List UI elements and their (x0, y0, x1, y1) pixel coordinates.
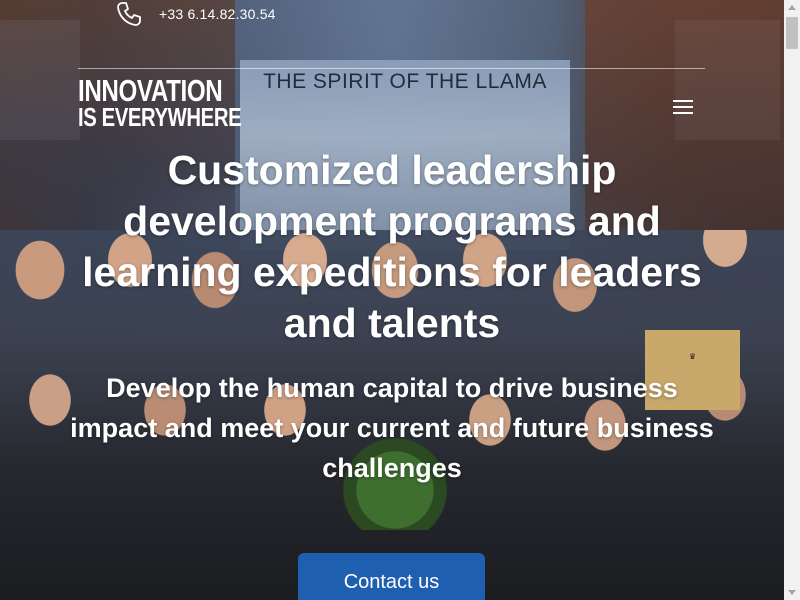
hamburger-menu-icon[interactable] (670, 95, 696, 119)
hero-headline: Customized leadership development progra… (82, 147, 702, 346)
scroll-up-arrow-icon[interactable] (784, 0, 800, 16)
screen-caption: THE SPIRIT OF THE LLAMA (263, 70, 547, 93)
hero-subheadline: Develop the human capital to drive busin… (70, 373, 714, 483)
menu-bar (673, 106, 693, 108)
page-viewport: THE SPIRIT OF THE LLAMA ♛ +33 6.14.82.30… (0, 0, 800, 600)
logo-line-2: IS EVERYWHERE (78, 102, 242, 132)
logo-line-1: INNOVATION (78, 73, 223, 108)
header-divider (78, 68, 705, 69)
phone-icon (117, 2, 141, 26)
phone-contact[interactable]: +33 6.14.82.30.54 (115, 0, 276, 28)
scroll-down-arrow-icon[interactable] (784, 584, 800, 600)
menu-bar (673, 112, 693, 114)
phone-number[interactable]: +33 6.14.82.30.54 (159, 6, 276, 22)
podium-emblem-icon: ♛ (688, 352, 697, 361)
site-logo[interactable]: INNOVATION IS EVERYWHERE (78, 73, 242, 132)
contact-us-button[interactable]: Contact us (298, 553, 485, 600)
menu-bar (673, 100, 693, 102)
vertical-scrollbar[interactable] (784, 0, 800, 600)
scrollbar-thumb[interactable] (786, 17, 798, 49)
